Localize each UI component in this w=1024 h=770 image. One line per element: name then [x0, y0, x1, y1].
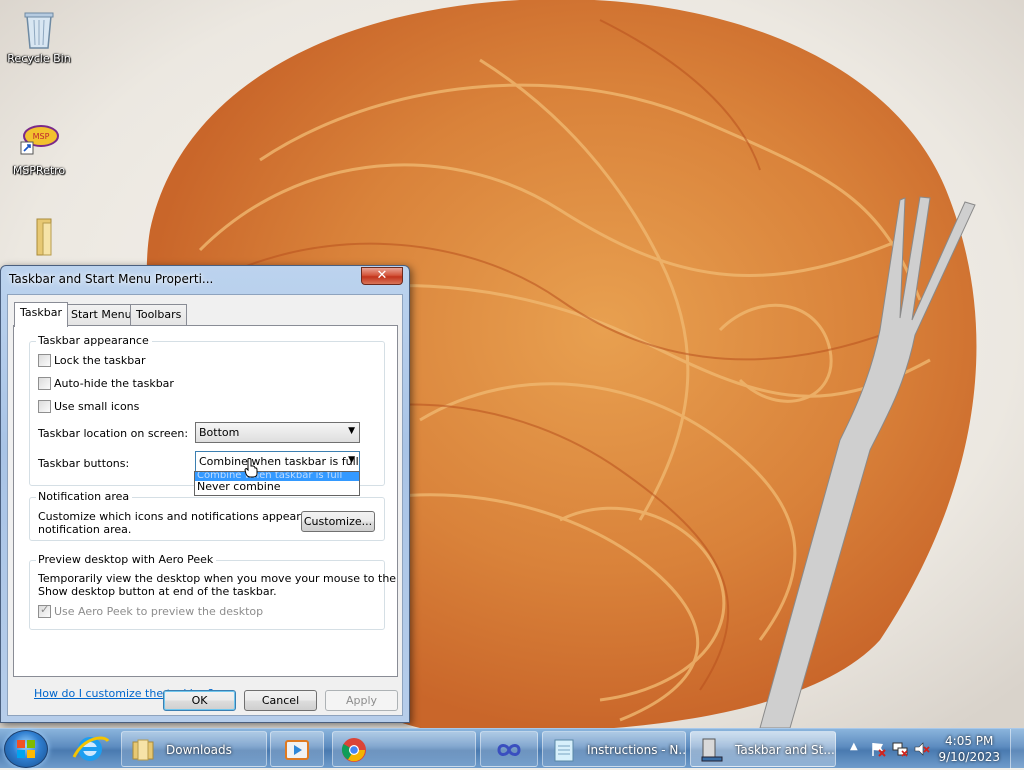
dialog-title: Taskbar and Start Menu Properti...: [9, 272, 214, 286]
taskbar-button-taskbar-properties[interactable]: Taskbar and St...: [690, 731, 836, 767]
group-taskbar-appearance: Taskbar appearance Lock the taskbar Auto…: [29, 334, 385, 496]
group-notification-area: Notification area Customize which icons …: [29, 490, 385, 541]
close-button[interactable]: ✕: [361, 267, 403, 285]
customize-button[interactable]: Customize...: [301, 511, 375, 532]
taskbar-buttons-label: Taskbar buttons:: [38, 457, 130, 470]
action-center-flag-icon[interactable]: [870, 741, 886, 757]
network-icon[interactable]: [892, 741, 908, 757]
checkbox-box[interactable]: [38, 377, 51, 390]
taskbar-button-instructions-notepad[interactable]: Instructions - N...: [542, 731, 686, 767]
taskbar-button-chrome[interactable]: [332, 731, 476, 767]
select-value: Combine when taskbar is full: [199, 455, 359, 468]
aero-peek-checkbox: Use Aero Peek to preview the desktop: [38, 603, 264, 621]
media-player-icon: [285, 740, 309, 760]
aero-peek-description-2: Show desktop button at end of the taskba…: [38, 585, 277, 598]
tab-panel-taskbar: Taskbar appearance Lock the taskbar Auto…: [13, 325, 398, 700]
show-desktop-button[interactable]: [1010, 729, 1024, 769]
taskbar-button-app[interactable]: [480, 731, 538, 767]
checkbox-box: [38, 603, 51, 618]
cancel-button[interactable]: Cancel: [244, 690, 317, 711]
button-label: Cancel: [261, 694, 300, 707]
folder-icon: [132, 739, 154, 761]
taskbar-button-label: Taskbar and St...: [735, 743, 835, 757]
chevron-down-icon: ▼: [348, 426, 355, 436]
group-title: Preview desktop with Aero Peek: [36, 553, 217, 566]
taskbar-button-downloads[interactable]: Downloads: [121, 731, 267, 767]
select-value: Bottom: [199, 426, 240, 439]
chrome-icon: [341, 738, 366, 762]
start-button[interactable]: [4, 730, 48, 768]
clock-date: 9/10/2023: [938, 750, 1000, 764]
notification-description-2: notification area.: [38, 523, 132, 536]
group-aero-peek: Preview desktop with Aero Peek Temporari…: [29, 553, 396, 630]
desktop-icon-label: Recycle Bin: [7, 52, 71, 65]
tab-label: Start Menu: [71, 308, 132, 321]
taskbar-properties-icon: [701, 738, 723, 762]
tab-label: Toolbars: [136, 308, 182, 321]
taskbar-button-label: Downloads: [166, 743, 232, 757]
tab-label: Taskbar: [20, 306, 62, 319]
checkbox-label: Auto-hide the taskbar: [54, 377, 174, 390]
taskbar-properties-dialog: Taskbar and Start Menu Properti... ✕ Tas…: [0, 265, 410, 723]
desktop-icon-folder[interactable]: [1, 215, 77, 257]
checkbox-box[interactable]: [38, 400, 51, 413]
msp-retro-shortcut-icon: MSP: [20, 125, 59, 155]
taskbar-pin-internet-explorer[interactable]: [64, 731, 116, 767]
aero-peek-description: Temporarily view the desktop when you mo…: [38, 572, 397, 585]
notepad-icon: [554, 739, 574, 762]
mouse-cursor-hand-icon: [244, 458, 258, 478]
svg-text:MSP: MSP: [33, 132, 50, 141]
clock-time: 4:05 PM: [945, 734, 994, 748]
autohide-taskbar-checkbox[interactable]: Auto-hide the taskbar: [38, 377, 174, 393]
desktop-icon-recycle-bin[interactable]: Recycle Bin: [1, 8, 77, 65]
button-label: OK: [191, 694, 208, 707]
clock[interactable]: 4:05 PM 9/10/2023: [938, 733, 1000, 765]
tab-toolbars[interactable]: Toolbars: [130, 304, 188, 326]
taskbar: Downloads Instructions - N... Taskbar an…: [0, 728, 1024, 769]
checkbox-box[interactable]: [38, 354, 51, 367]
system-tray: ▲ 4:05 PM 9/10/2023: [844, 729, 1024, 769]
show-hidden-icons-chevron-icon[interactable]: ▲: [850, 741, 858, 752]
checkbox-label: Lock the taskbar: [54, 354, 146, 367]
dropdown-option-never-combine[interactable]: Never combine: [195, 481, 359, 492]
ok-button[interactable]: OK: [163, 690, 236, 711]
folder-icon: [36, 218, 52, 256]
taskbar-buttons-dropdown-list: Combine when taskbar is full Never combi…: [194, 471, 360, 496]
location-label: Taskbar location on screen:: [38, 427, 189, 440]
app-infinity-icon: [497, 744, 521, 756]
checkbox-label: Use small icons: [54, 400, 140, 413]
notification-description: Customize which icons and notifications …: [38, 510, 336, 523]
button-label: Apply: [345, 694, 378, 707]
taskbar-button-label: Instructions - N...: [587, 743, 686, 757]
close-icon: ✕: [376, 268, 388, 283]
tab-start-menu[interactable]: Start Menu: [65, 304, 138, 326]
windows-start-orb-icon: [17, 740, 35, 758]
group-title: Taskbar appearance: [36, 334, 152, 347]
location-select[interactable]: Bottom ▼: [195, 422, 360, 443]
dialog-client-area: Taskbar Start Menu Toolbars Taskbar appe…: [7, 294, 403, 716]
group-title: Notification area: [36, 490, 133, 503]
internet-explorer-icon: [72, 736, 110, 761]
checkbox-label: Use Aero Peek to preview the desktop: [54, 605, 264, 618]
desktop-icon-mspretro[interactable]: MSP MSPRetro: [1, 120, 77, 177]
taskbar-buttons-select[interactable]: Combine when taskbar is full ▼: [195, 451, 360, 472]
dropdown-option-combine-when-full[interactable]: Combine when taskbar is full: [195, 472, 359, 481]
desktop-icon-label: MSPRetro: [12, 164, 66, 177]
volume-muted-icon[interactable]: [914, 741, 930, 757]
apply-button: Apply: [325, 690, 398, 711]
recycle-bin-icon: [24, 12, 54, 49]
tab-taskbar[interactable]: Taskbar: [14, 302, 68, 327]
button-label: Customize...: [303, 515, 373, 528]
small-icons-checkbox[interactable]: Use small icons: [38, 400, 139, 416]
lock-taskbar-checkbox[interactable]: Lock the taskbar: [38, 354, 146, 370]
chevron-down-icon: ▼: [348, 455, 355, 465]
taskbar-button-media-player[interactable]: [270, 731, 324, 767]
